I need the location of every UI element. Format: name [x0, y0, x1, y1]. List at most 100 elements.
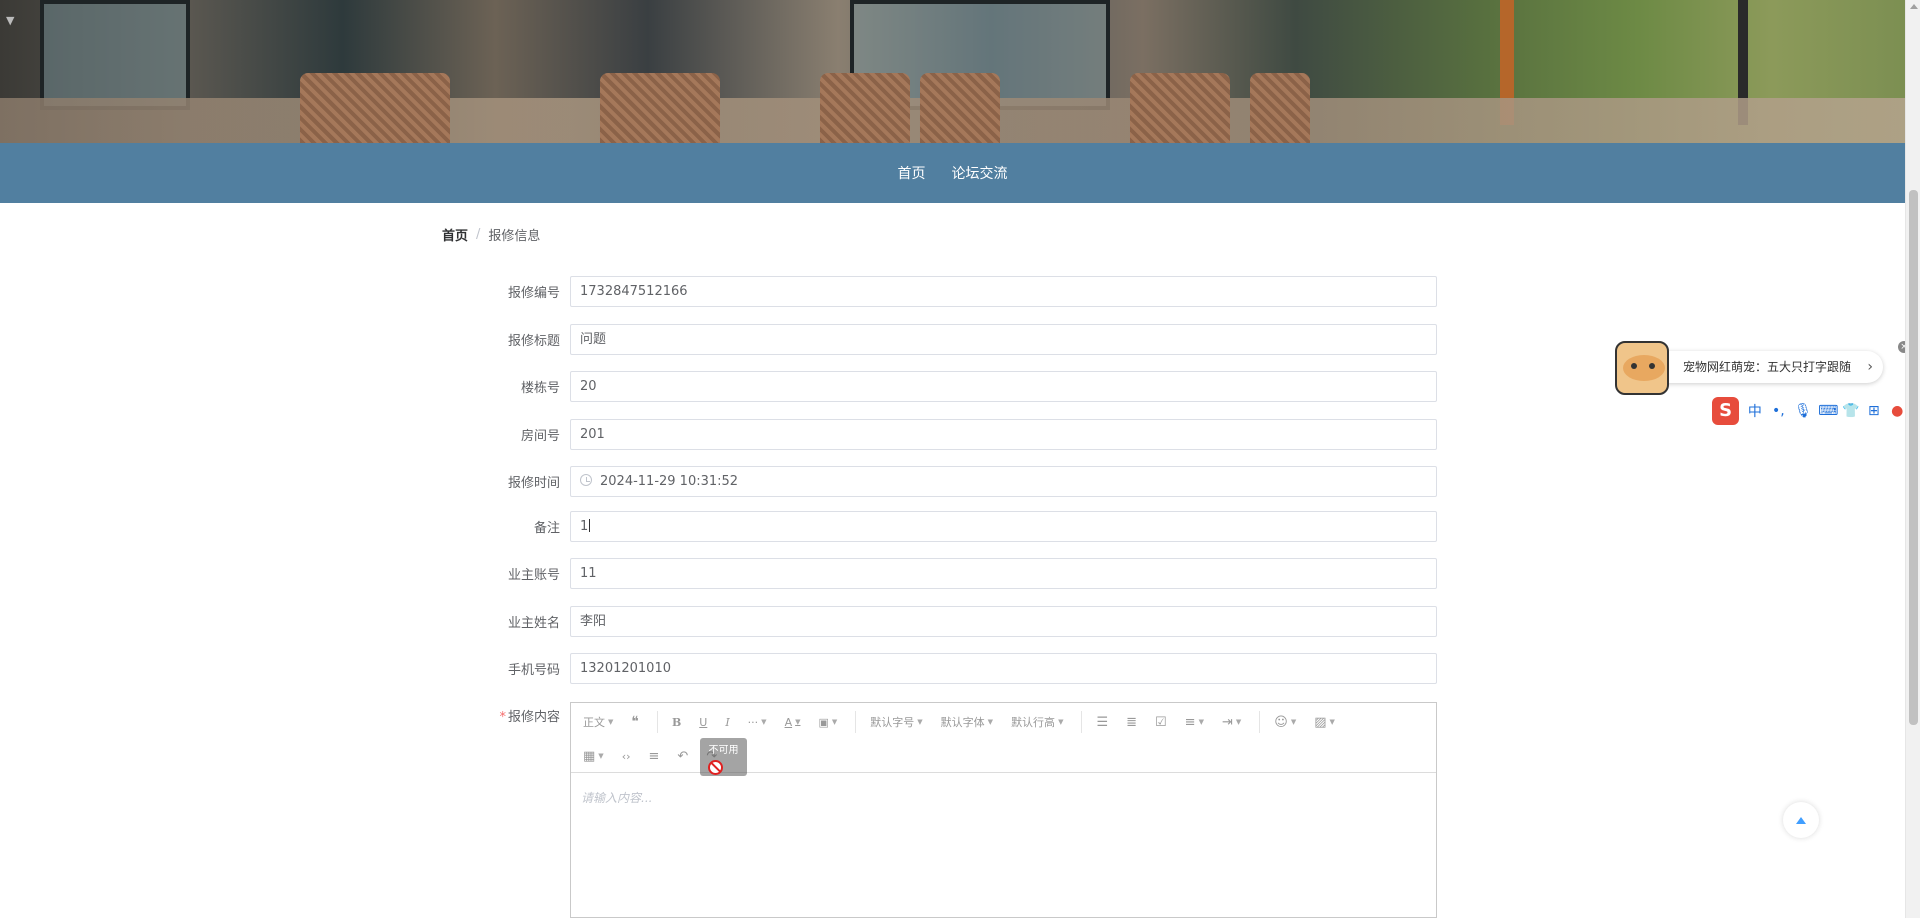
undo-icon[interactable]: ↶	[677, 749, 688, 764]
field-label: 报修时间	[507, 476, 560, 491]
scrollbar-thumb[interactable]	[1909, 190, 1918, 725]
remark-input[interactable]: 1	[570, 511, 1437, 542]
breadcrumb-current: 报修信息	[488, 229, 541, 244]
room-input[interactable]: 201	[570, 419, 1437, 450]
content-label: * 报修内容	[470, 706, 560, 725]
quote-icon[interactable]: ❝	[631, 714, 639, 730]
divider-line-icon[interactable]: ≡	[649, 749, 660, 764]
caret-down-icon: ▼	[1235, 718, 1242, 726]
ime-mode-label[interactable]: 中	[1747, 401, 1762, 421]
skin-icon[interactable]: 👕	[1842, 403, 1859, 419]
remark-value: 1	[580, 519, 589, 534]
paragraph-select[interactable]: 正文 ▼	[583, 714, 613, 730]
banner-chair	[300, 73, 450, 143]
toolbar-line-1: 正文 ▼ ❝ B U I ··· ▼ A ▼ ▣ ▼ 默认字号 ▼ 默认字体 ▼ 默认行高 ▼…	[571, 709, 1353, 735]
banner-chair	[920, 73, 1000, 143]
breadcrumb: 首页 / 报修信息	[442, 225, 540, 244]
numbered-list-icon[interactable]: ≣	[1126, 715, 1137, 730]
repair-time-picker[interactable]: 2024-11-29 10:31:52	[570, 466, 1437, 497]
caret-down-icon: ▼	[987, 718, 994, 726]
line-height-label: 默认行高	[1011, 716, 1056, 729]
main-nav: 首页 论坛交流	[0, 143, 1905, 203]
form-row-repair-number: 报修编号 1732847512166	[470, 276, 1437, 307]
phone-input[interactable]: 13201201010	[570, 653, 1437, 684]
ime-ad-text: 宠物网红萌宠：五大只打字跟随	[1683, 360, 1852, 374]
not-allowed-icon	[708, 760, 723, 775]
building-input[interactable]: 20	[570, 371, 1437, 402]
disabled-tooltip: 不可用	[700, 738, 747, 776]
field-label: 备注	[533, 521, 560, 536]
punctuation-icon[interactable]: •,	[1771, 403, 1786, 419]
banner-chair	[1130, 73, 1230, 143]
caret-down-icon: ▼	[917, 718, 923, 726]
rich-text-editor: 正文 ▼ ❝ B U I ··· ▼ A ▼ ▣ ▼ 默认字号 ▼ 默认字体 ▼ 默认行高 ▼…	[570, 702, 1437, 918]
chevron-right-icon: ›	[1867, 359, 1873, 375]
more-icon[interactable]: ··· ▼	[748, 716, 767, 729]
form-row-phone: 手机号码 13201201010	[470, 653, 1437, 684]
caret-down-icon: ▼	[761, 718, 767, 726]
scroll-up-arrow-icon[interactable]	[1910, 4, 1918, 9]
form-row-remark: 备注 1	[470, 511, 1437, 542]
caret-down-icon: ▼	[598, 752, 604, 760]
banner-chair	[1250, 73, 1310, 143]
caret-down-icon: ▼	[1290, 718, 1297, 726]
font-size-select[interactable]: 默认字号 ▼	[870, 714, 922, 730]
keyboard-icon[interactable]: ⌨	[1818, 403, 1838, 419]
background-color-icon[interactable]: ▣ ▼	[818, 716, 837, 729]
toolbar-divider	[656, 711, 658, 733]
header-banner-image	[0, 0, 1905, 143]
emoji-icon[interactable]: ☺ ▼	[1274, 715, 1296, 730]
banner-chair	[820, 73, 910, 143]
caret-down-icon: ▼	[831, 718, 838, 726]
italic-icon[interactable]: I	[725, 716, 729, 729]
code-icon[interactable]: ‹›	[622, 750, 631, 763]
required-mark: *	[499, 710, 506, 725]
toolbar-divider	[855, 711, 857, 733]
field-label: 业主账号	[507, 568, 560, 583]
form-row-owner-account: 业主账号 11	[470, 558, 1437, 589]
paragraph-label: 正文	[583, 716, 605, 729]
indent-icon[interactable]: ⇥ ▼	[1222, 715, 1241, 730]
todo-icon[interactable]: ☑	[1155, 715, 1167, 730]
owner-account-input[interactable]: 11	[570, 558, 1437, 589]
clock-icon	[580, 474, 592, 486]
nav-item-home[interactable]: 首页	[898, 163, 926, 183]
filter-icon[interactable]: ▼	[6, 14, 22, 28]
ime-ad-pill[interactable]: 宠物网红萌宠：五大只打字跟随 ›	[1643, 351, 1883, 383]
form-row-owner-name: 业主姓名 李阳	[470, 606, 1437, 637]
line-height-select[interactable]: 默认行高 ▼	[1011, 714, 1063, 730]
owner-name-input[interactable]: 李阳	[570, 606, 1437, 637]
repair-time-value: 2024-11-29 10:31:52	[600, 474, 739, 489]
toolbar-divider	[1081, 711, 1083, 733]
font-family-select[interactable]: 默认字体 ▼	[941, 714, 993, 730]
arrow-up-icon	[1796, 816, 1806, 824]
avatar-icon[interactable]: ●	[1890, 403, 1905, 419]
nav-item-forum[interactable]: 论坛交流	[952, 163, 1008, 183]
field-label: 楼栋号	[520, 381, 560, 396]
ime-ad-banner[interactable]: 宠物网红萌宠：五大只打字跟随 › ×	[1615, 341, 1910, 395]
editor-placeholder[interactable]: 请输入内容...	[581, 789, 652, 806]
field-label: 业主姓名	[507, 616, 560, 631]
repair-title-input[interactable]: 问题	[570, 324, 1437, 355]
caret-down-icon: ▼	[1058, 718, 1064, 726]
image-icon[interactable]: ▨ ▼	[1314, 715, 1335, 730]
form-row-repair-title: 报修标题 问题	[470, 324, 1437, 355]
align-icon[interactable]: ≡ ▼	[1185, 715, 1204, 730]
font-color-icon[interactable]: A ▼	[785, 716, 801, 729]
ime-toolbar: S 中 •, 🎙 ⌨ 👕 ⊞ ●	[1712, 397, 1905, 425]
bold-icon[interactable]: B	[672, 716, 681, 729]
back-to-top-button[interactable]	[1783, 802, 1819, 838]
page-scrollbar[interactable]	[1905, 0, 1920, 918]
content-label-text: 报修内容	[507, 710, 560, 725]
table-icon[interactable]: ▦ ▼	[583, 749, 604, 764]
underline-icon[interactable]: U	[699, 716, 707, 729]
sogou-logo-icon[interactable]: S	[1712, 397, 1740, 425]
bullet-list-icon[interactable]: ☰	[1096, 715, 1108, 730]
breadcrumb-home[interactable]: 首页	[442, 225, 468, 244]
breadcrumb-separator: /	[476, 227, 481, 242]
microphone-icon[interactable]: 🎙	[1794, 403, 1812, 419]
font-size-label: 默认字号	[870, 716, 915, 729]
toolbox-icon[interactable]: ⊞	[1866, 403, 1881, 419]
repair-number-input[interactable]: 1732847512166	[570, 276, 1437, 307]
font-family-label: 默认字体	[940, 716, 985, 729]
